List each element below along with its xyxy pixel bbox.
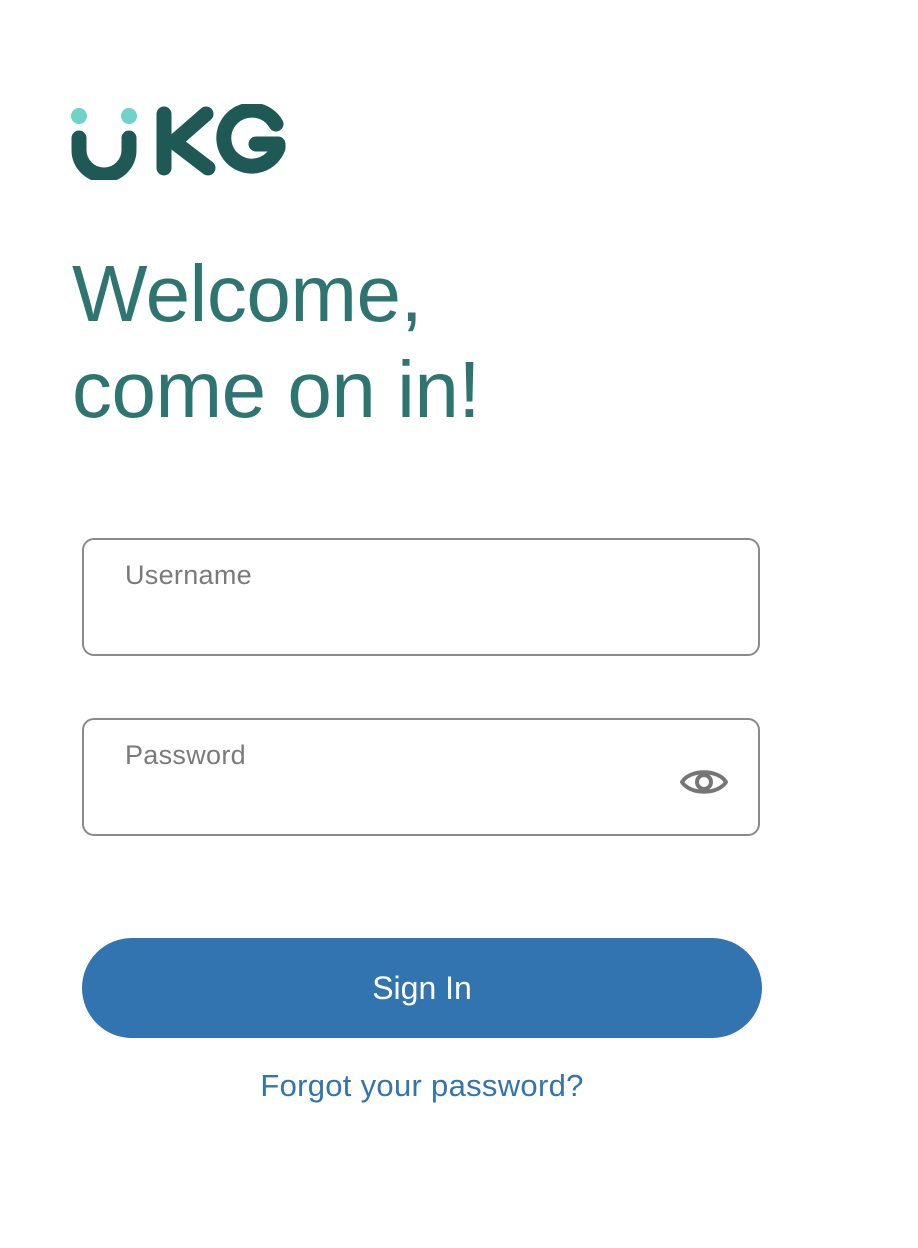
password-label: Password — [125, 740, 246, 770]
username-label: Username — [125, 560, 252, 590]
forgot-password-link[interactable]: Forgot your password? — [82, 1068, 762, 1104]
show-password-toggle[interactable] — [678, 760, 730, 804]
username-input[interactable] — [125, 598, 658, 640]
username-field[interactable]: Username — [82, 538, 760, 656]
password-input[interactable] — [125, 778, 658, 820]
password-field[interactable]: Password — [82, 718, 760, 836]
welcome-heading-line1: Welcome, — [72, 249, 423, 338]
eye-icon — [680, 770, 728, 794]
welcome-heading: Welcome, come on in! — [72, 246, 481, 438]
welcome-heading-line2: come on in! — [72, 345, 481, 434]
sign-in-button[interactable]: Sign In — [82, 938, 762, 1038]
ukg-logo — [71, 104, 286, 180]
